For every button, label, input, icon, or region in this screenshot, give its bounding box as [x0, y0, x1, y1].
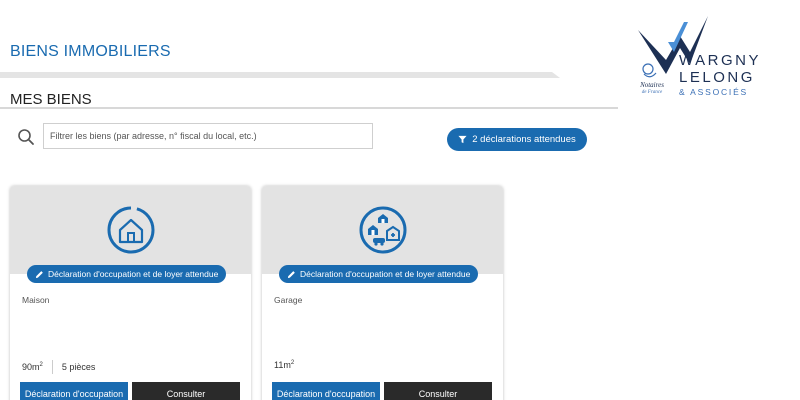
- search-icon[interactable]: [12, 125, 40, 149]
- section-title: MES BIENS: [10, 91, 92, 108]
- spec-divider: [51, 360, 53, 374]
- status-badge: Déclaration d'occupation et de loyer att…: [279, 265, 479, 283]
- pencil-icon: [35, 270, 43, 278]
- property-card: Déclaration d'occupation et de loyer att…: [10, 186, 251, 400]
- logo-word-associes: & ASSOCIÉS: [679, 87, 749, 97]
- property-card: Déclaration d'occupation et de loyer att…: [262, 186, 503, 400]
- property-area: 11m2: [274, 360, 295, 370]
- house-icon: [107, 206, 154, 254]
- declaration-button[interactable]: Déclaration d'occupation: [20, 382, 128, 400]
- property-type: Garage: [274, 295, 303, 305]
- consult-button[interactable]: Consulter: [132, 382, 240, 400]
- filter-label: 2 déclarations attendues: [472, 134, 576, 145]
- property-type: Maison: [22, 295, 50, 305]
- pending-declarations-filter-button[interactable]: 2 déclarations attendues: [447, 128, 587, 151]
- property-rooms: 5 pièces: [61, 362, 96, 372]
- page-title: BIENS IMMOBILIERS: [10, 43, 171, 60]
- status-badge: Déclaration d'occupation et de loyer att…: [27, 265, 227, 283]
- company-logo: Notaires de France WARGNY LELONG & ASSOC…: [628, 12, 778, 107]
- property-specs: 11m2: [274, 360, 294, 370]
- pencil-icon: [287, 270, 295, 278]
- logo-word-lelong: LELONG: [679, 69, 755, 86]
- property-area: 90m2: [22, 362, 43, 372]
- consult-button[interactable]: Consulter: [384, 382, 492, 400]
- logo-word-wargny: WARGNY: [679, 52, 761, 69]
- funnel-icon: [458, 135, 467, 144]
- search-input[interactable]: [43, 123, 373, 149]
- garage-icon: [359, 206, 407, 254]
- declaration-button[interactable]: Déclaration d'occupation: [272, 382, 380, 400]
- section-divider: [0, 107, 618, 109]
- title-divider: [0, 72, 560, 78]
- marianne-icon: [642, 63, 657, 78]
- notaires-de-france-label: Notaires de France: [640, 81, 664, 96]
- property-specs: 90m2 5 pièces: [22, 360, 95, 374]
